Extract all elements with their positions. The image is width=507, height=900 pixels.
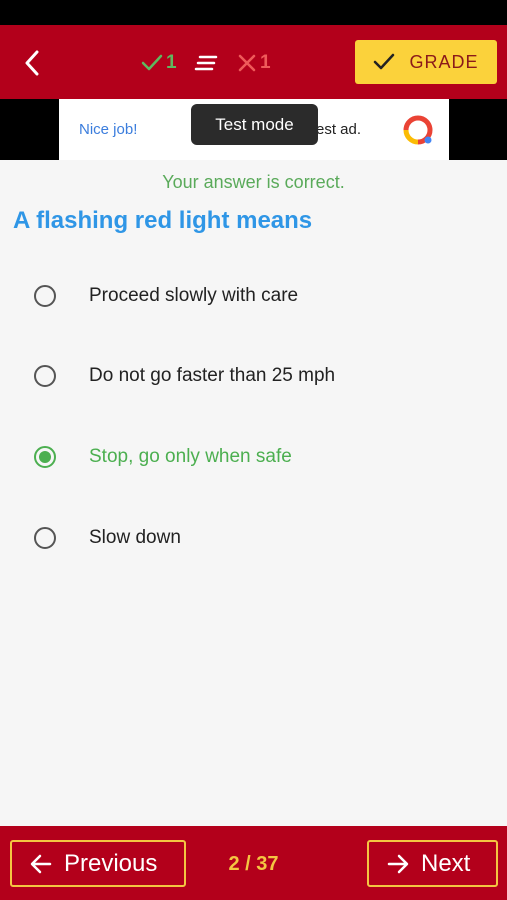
arrow-left-icon [30,854,52,873]
answer-option[interactable]: Proceed slowly with care [24,268,484,324]
option-label: Stop, go only when safe [89,446,292,467]
grade-label: GRADE [409,51,479,72]
radio-button[interactable] [34,527,56,549]
question-text: A flashing red light means [13,207,313,234]
test-mode-tooltip: Test mode [191,104,318,145]
cross-icon [238,54,256,72]
grade-button[interactable]: GRADE [355,40,497,84]
ad-text-right: est ad. [316,121,362,138]
list-icon[interactable] [194,52,220,74]
arrow-right-icon [387,854,409,873]
next-label: Next [421,849,471,877]
wrong-score: 1 [237,49,271,77]
check-icon [141,54,163,71]
next-button[interactable]: Next [367,840,498,887]
previous-button[interactable]: Previous [10,840,186,887]
correct-count: 1 [166,52,177,73]
answer-option[interactable]: Stop, go only when safe [24,429,484,485]
ad-logo-icon [403,115,433,145]
status-bar [0,0,507,25]
bottom-bar: Previous 2 / 37 Next [0,826,507,900]
top-bar: 1 1 GRADE [0,25,507,99]
radio-button[interactable] [34,365,56,387]
ad-text-left: Nice job! [79,121,138,138]
wrong-count: 1 [260,52,271,73]
option-label: Do not go faster than 25 mph [89,365,336,386]
radio-button-selected[interactable] [34,446,56,468]
back-button[interactable] [12,43,52,83]
answer-feedback: Your answer is correct. [162,172,345,192]
option-label: Slow down [89,527,181,548]
check-icon [374,53,395,70]
answer-option[interactable]: Slow down [24,510,484,566]
radio-button[interactable] [34,285,56,307]
previous-label: Previous [64,849,158,877]
chevron-left-icon [25,50,39,76]
correct-score: 1 [141,49,177,77]
answer-option[interactable]: Do not go faster than 25 mph [24,348,484,404]
option-label: Proceed slowly with care [89,285,299,306]
